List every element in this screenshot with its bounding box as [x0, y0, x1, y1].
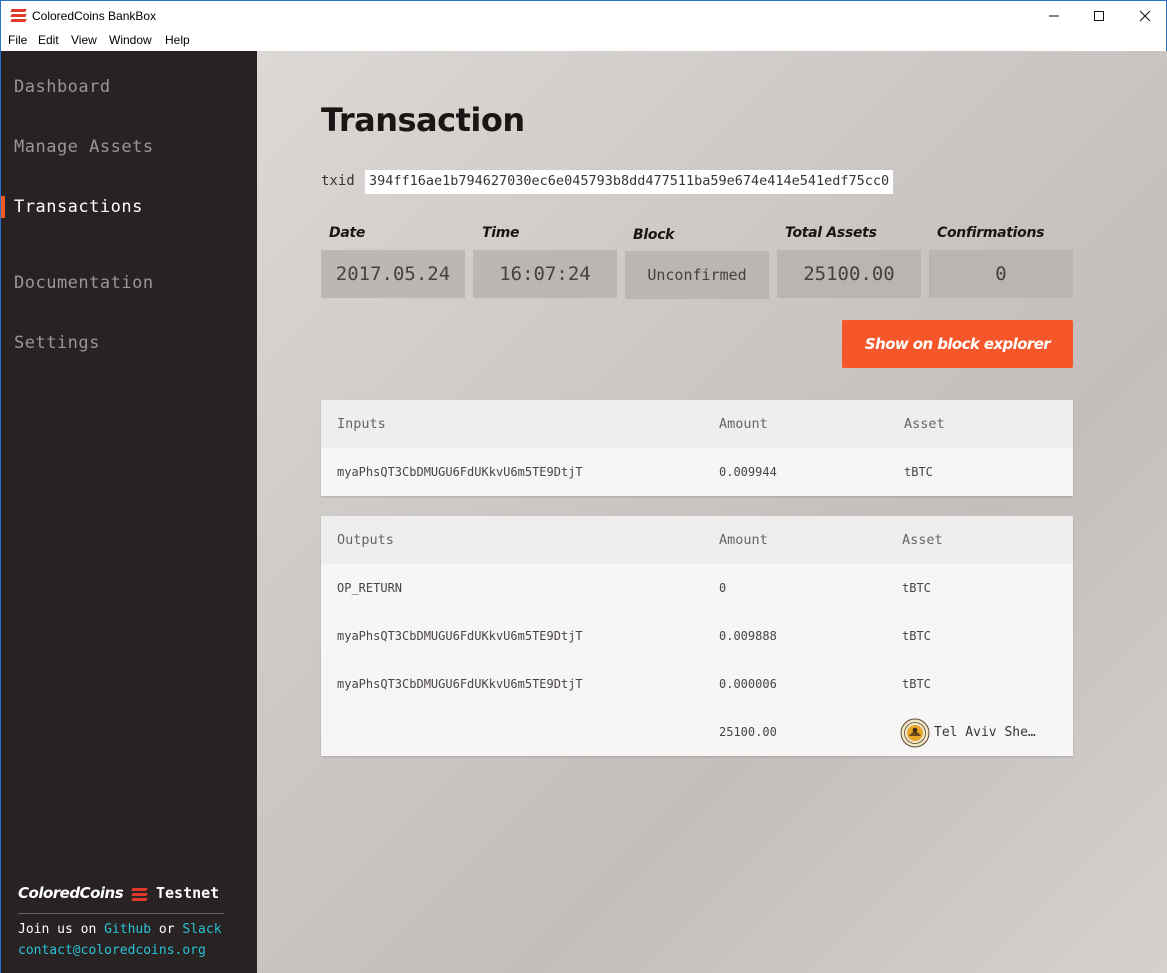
txid-label: txid [321, 173, 355, 189]
output-amount: 0 [719, 581, 727, 595]
sidebar-item-manage-assets[interactable]: Manage Assets [14, 137, 154, 157]
asset-logo-icon [900, 718, 930, 747]
table-header: Inputs Amount Asset [321, 400, 1073, 448]
coloredcoins-logo-icon [131, 888, 148, 902]
footer-divider [18, 913, 224, 914]
output-address: myaPhsQT3CbDMUGU6FdUKkvU6m5TE9DtjT [337, 629, 583, 643]
total-assets-value: 25100.00 [777, 250, 921, 298]
sidebar-item-transactions[interactable]: Transactions [14, 197, 143, 217]
input-amount: 0.009944 [719, 465, 777, 479]
table-row[interactable]: OP_RETURN 0 tBTC [321, 564, 1073, 612]
close-button[interactable] [1122, 1, 1167, 31]
amount-header: Amount [719, 416, 768, 432]
sidebar: Dashboard Manage Assets Transactions Doc… [0, 51, 257, 973]
sidebar-item-dashboard[interactable]: Dashboard [14, 77, 111, 97]
menu-help[interactable]: Help [165, 33, 190, 47]
close-icon [1139, 10, 1151, 22]
outputs-table: Outputs Amount Asset OP_RETURN 0 tBTC my… [321, 516, 1073, 756]
table-header: Outputs Amount Asset [321, 516, 1073, 564]
output-asset-name: Tel Aviv She… [934, 725, 1036, 740]
output-asset: tBTC [902, 629, 931, 643]
output-asset: tBTC [902, 677, 931, 691]
github-link[interactable]: Github [104, 922, 151, 937]
inputs-table: Inputs Amount Asset myaPhsQT3CbDMUGU6FdU… [321, 400, 1073, 496]
menu-file[interactable]: File [8, 33, 27, 47]
sidebar-item-documentation[interactable]: Documentation [14, 273, 154, 293]
maximize-button[interactable] [1076, 1, 1122, 31]
window-title: ColoredCoins BankBox [32, 9, 157, 23]
date-value: 2017.05.24 [321, 250, 465, 298]
table-row[interactable]: myaPhsQT3CbDMUGU6FdUKkvU6m5TE9DtjT 0.009… [321, 612, 1073, 660]
output-asset: tBTC [902, 581, 931, 595]
confirmations-label: Confirmations [937, 225, 1045, 241]
output-address: myaPhsQT3CbDMUGU6FdUKkvU6m5TE9DtjT [337, 677, 583, 691]
window-titlebar: ColoredCoins BankBox [0, 0, 1167, 31]
table-row[interactable]: myaPhsQT3CbDMUGU6FdUKkvU6m5TE9DtjT 0.000… [321, 660, 1073, 708]
block-label: Block [633, 227, 675, 243]
join-text: Join us on [18, 922, 97, 937]
footer-join-line: Join us on Github or Slack [18, 922, 222, 937]
table-row[interactable]: 25100.00 Tel Aviv She… [321, 708, 1073, 756]
contact-email-link[interactable]: contact@coloredcoins.org [18, 943, 206, 958]
outputs-header: Outputs [337, 532, 394, 548]
or-text: or [158, 922, 175, 937]
main-content: Transaction txid 394ff16ae1b794627030ec6… [257, 51, 1167, 973]
slack-link[interactable]: Slack [182, 922, 221, 937]
output-address: OP_RETURN [337, 581, 403, 595]
output-amount: 0.009888 [719, 629, 777, 643]
total-assets-label: Total Assets [785, 225, 877, 241]
asset-header: Asset [902, 532, 943, 548]
date-label: Date [329, 225, 366, 241]
output-asset[interactable]: Tel Aviv She… [900, 708, 1036, 757]
table-row[interactable]: myaPhsQT3CbDMUGU6FdUKkvU6m5TE9DtjT 0.009… [321, 448, 1073, 496]
txid-field[interactable]: 394ff16ae1b794627030ec6e045793b8dd477511… [365, 170, 894, 194]
output-amount: 0.000006 [719, 677, 777, 691]
menu-bar: File Edit View Window Help [0, 31, 1167, 51]
amount-header: Amount [719, 532, 768, 548]
asset-header: Asset [904, 416, 945, 432]
minimize-button[interactable] [1031, 1, 1077, 31]
block-value: Unconfirmed [625, 251, 769, 299]
sidebar-item-settings[interactable]: Settings [14, 333, 100, 353]
page-title: Transaction [321, 101, 525, 139]
inputs-header: Inputs [337, 416, 386, 432]
active-nav-marker [1, 196, 5, 218]
footer-brand: ColoredCoins [18, 884, 124, 902]
coloredcoins-logo-icon [10, 9, 27, 23]
output-amount: 25100.00 [719, 725, 777, 739]
time-label: Time [482, 225, 520, 241]
maximize-icon [1094, 11, 1104, 21]
menu-edit[interactable]: Edit [38, 33, 59, 47]
menu-view[interactable]: View [71, 33, 97, 47]
confirmations-value: 0 [929, 250, 1073, 298]
input-asset: tBTC [904, 465, 933, 479]
time-value: 16:07:24 [473, 250, 617, 298]
show-on-block-explorer-button[interactable]: Show on block explorer [842, 320, 1073, 368]
input-address: myaPhsQT3CbDMUGU6FdUKkvU6m5TE9DtjT [337, 465, 583, 479]
network-label: Testnet [156, 884, 220, 902]
menu-window[interactable]: Window [109, 33, 152, 47]
minimize-icon [1049, 15, 1059, 17]
